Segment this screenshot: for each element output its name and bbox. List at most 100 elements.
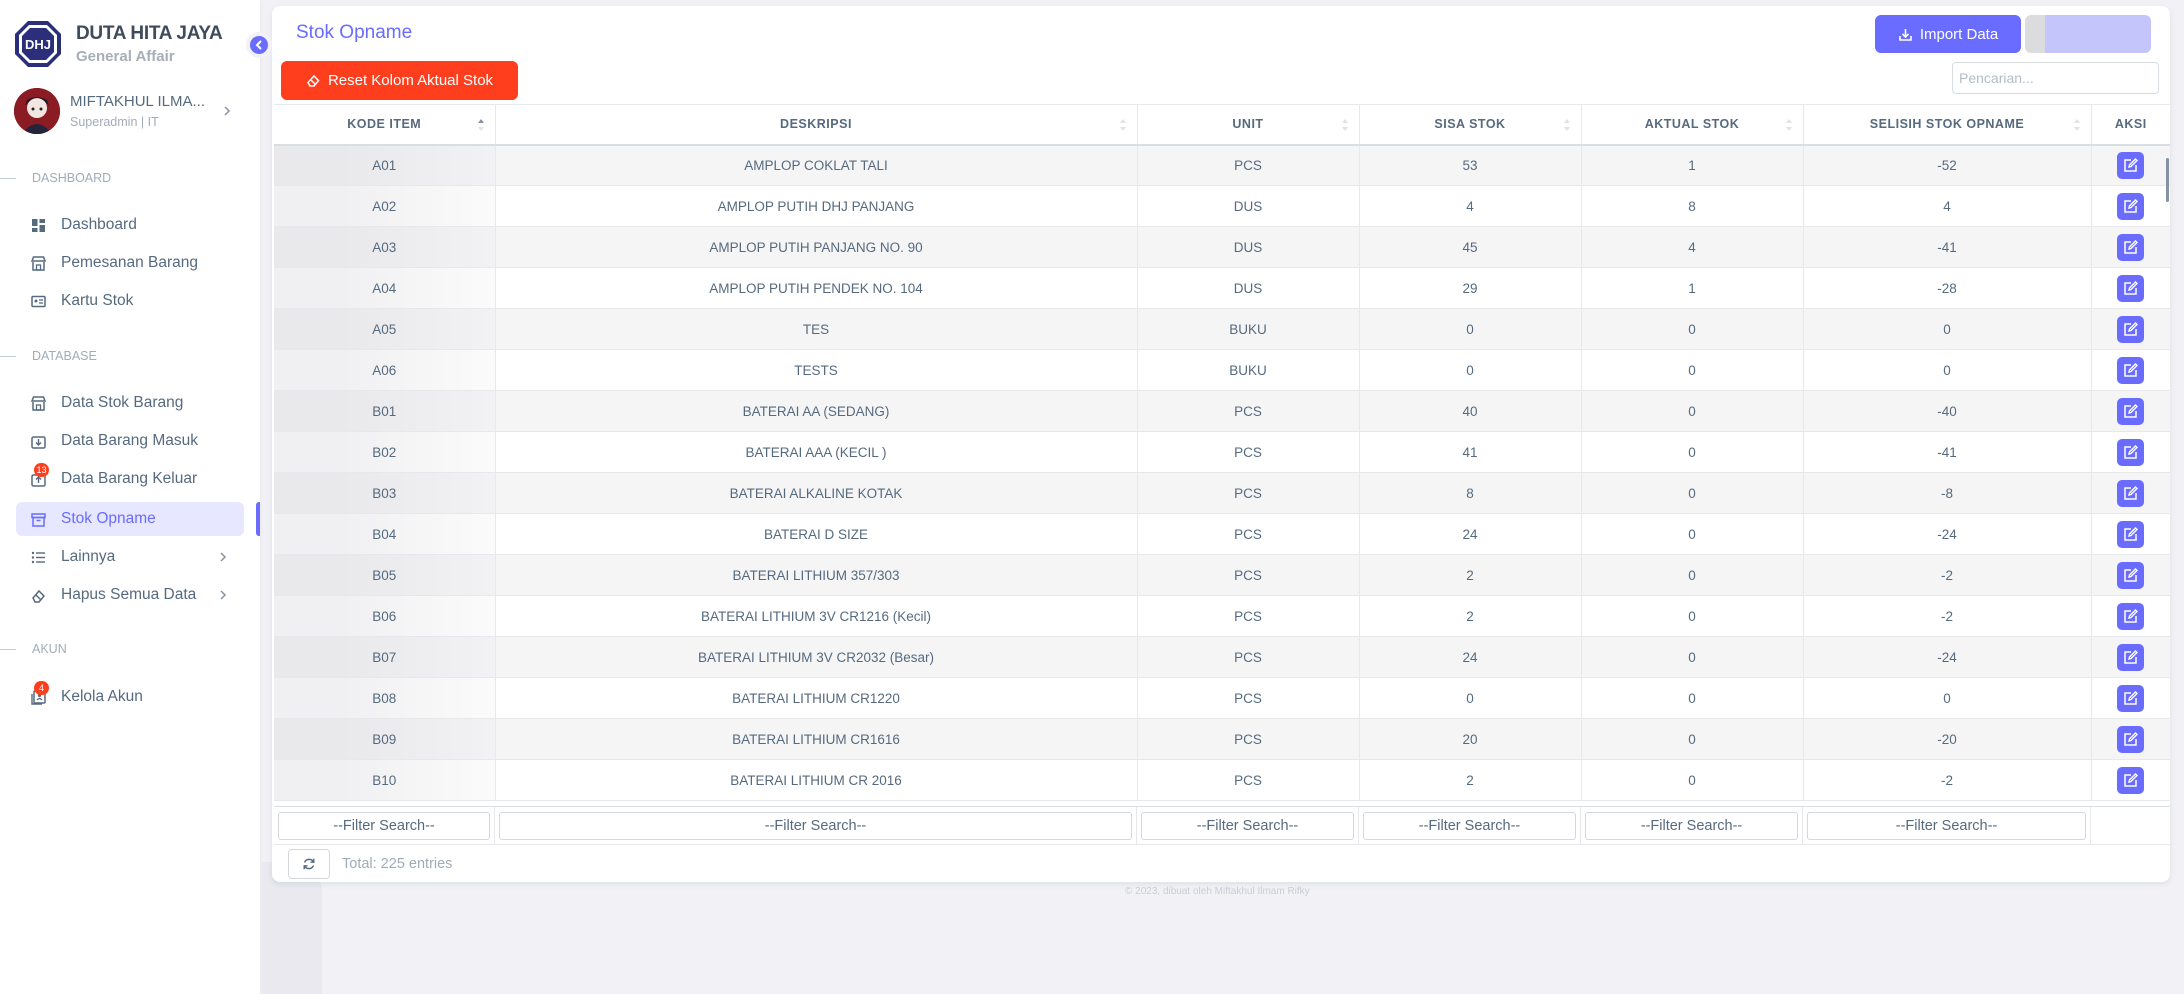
sidebar-item-data-stok-barang[interactable]: Data Stok Barang xyxy=(16,386,244,420)
cell-deskripsi: BATERAI LITHIUM CR 2016 xyxy=(495,759,1138,801)
filter-sisa-stok-input[interactable]: --Filter Search-- xyxy=(1363,812,1576,840)
sidebar-item-kartu-stok[interactable]: Kartu Stok xyxy=(16,284,244,318)
reset-aktual-stok-button[interactable]: Reset Kolom Aktual Stok xyxy=(281,61,518,100)
table-row: B08 BATERAI LITHIUM CR1220 PCS 0 0 0 xyxy=(274,677,2170,719)
edit-button[interactable] xyxy=(2117,356,2145,384)
edit-button[interactable] xyxy=(2117,479,2145,507)
cell-aksi xyxy=(2091,185,2170,227)
chevron-left-icon xyxy=(255,40,262,50)
cell-sisa-stok: 4 xyxy=(1359,185,1582,227)
sidebar-item-label: Kartu Stok xyxy=(61,292,134,309)
sort-asc-icon xyxy=(477,119,484,131)
edit-button[interactable] xyxy=(2117,438,2145,466)
edit-button[interactable] xyxy=(2117,643,2145,671)
search-input[interactable]: Pencarian... xyxy=(1952,62,2159,94)
edit-icon xyxy=(2124,280,2139,295)
cell-aktual-stok: 0 xyxy=(1581,636,1804,678)
table-scrollbar[interactable] xyxy=(2166,158,2169,202)
cell-sisa-stok: 2 xyxy=(1359,554,1582,596)
cell-deskripsi: BATERAI LITHIUM 357/303 xyxy=(495,554,1138,596)
table-row: A05 TES BUKU 0 0 0 xyxy=(274,308,2170,350)
cell-aktual-stok: 4 xyxy=(1581,226,1804,268)
sidebar-item-label: Pemesanan Barang xyxy=(61,254,199,271)
brand-subtitle: General Affair xyxy=(76,48,175,65)
cell-deskripsi: AMPLOP PUTIH PENDEK NO. 104 xyxy=(495,267,1138,309)
filter-selisih-input[interactable]: --Filter Search-- xyxy=(1807,812,2086,840)
sidebar-item-dashboard[interactable]: Dashboard xyxy=(16,208,244,242)
edit-button[interactable] xyxy=(2117,602,2145,630)
edit-button[interactable] xyxy=(2117,397,2145,425)
column-header-selisih-stok-opname[interactable]: SELISIH STOK OPNAME xyxy=(1803,104,2092,146)
column-header-sisa-stok[interactable]: SISA STOK xyxy=(1359,104,1582,146)
filter-deskripsi-input[interactable]: --Filter Search-- xyxy=(499,812,1132,840)
cell-aktual-stok: 8 xyxy=(1581,185,1804,227)
column-header-unit[interactable]: UNIT xyxy=(1137,104,1360,146)
column-header-deskripsi[interactable]: DESKRIPSI xyxy=(495,104,1138,146)
sidebar-item-stok-opname[interactable]: Stok Opname xyxy=(16,502,244,536)
filter-aktual-stok-input[interactable]: --Filter Search-- xyxy=(1585,812,1798,840)
brand[interactable]: DHJ DUTA HITA JAYA General Affair xyxy=(14,20,223,68)
table-row: B07 BATERAI LITHIUM 3V CR2032 (Besar) PCS 2… xyxy=(274,636,2170,678)
edit-button[interactable] xyxy=(2117,192,2145,220)
sidebar-item-hapus-semua-data[interactable]: Hapus Semua Data xyxy=(16,578,244,612)
sidebar-item-lainnya[interactable]: Lainnya xyxy=(16,540,244,574)
sidebar-item-pemesanan-barang[interactable]: Pemesanan Barang xyxy=(16,246,244,280)
cell-deskripsi: AMPLOP COKLAT TALI xyxy=(495,144,1138,186)
secondary-button[interactable] xyxy=(2025,15,2151,53)
cell-kode-item: A06 xyxy=(274,349,496,391)
sidebar-item-label: Data Barang Masuk xyxy=(61,432,198,449)
sidebar-item-label: Dashboard xyxy=(61,216,137,233)
edit-button[interactable] xyxy=(2117,274,2145,302)
edit-button[interactable] xyxy=(2117,315,2145,343)
user-profile[interactable]: MIFTAKHUL ILMA... Superadmin | IT xyxy=(14,88,234,134)
list-icon xyxy=(30,549,47,566)
cell-selisih: -41 xyxy=(1803,431,2092,473)
company-logo: DHJ xyxy=(15,21,61,67)
table-row: A02 AMPLOP PUTIH DHJ PANJANG DUS 4 8 4 xyxy=(274,185,2170,227)
refresh-button[interactable] xyxy=(288,848,330,879)
filter-kode-item-input[interactable]: --Filter Search-- xyxy=(278,812,490,840)
edit-button[interactable] xyxy=(2117,561,2145,589)
cell-deskripsi: BATERAI D SIZE xyxy=(495,513,1138,555)
cell-sisa-stok: 53 xyxy=(1359,144,1582,186)
filter-unit-input[interactable]: --Filter Search-- xyxy=(1141,812,1354,840)
cell-aktual-stok: 0 xyxy=(1581,759,1804,801)
cell-aksi xyxy=(2091,759,2170,801)
import-icon xyxy=(1899,28,1912,41)
edit-button[interactable] xyxy=(2117,233,2145,261)
chevron-right-icon xyxy=(220,552,227,562)
cell-aksi xyxy=(2091,677,2170,719)
sidebar-item-data-barang-keluar[interactable]: 13 Data Barang Keluar xyxy=(16,462,244,496)
import-data-button[interactable]: Import Data xyxy=(1875,15,2021,53)
edit-button[interactable] xyxy=(2117,725,2145,753)
cell-selisih: 0 xyxy=(1803,349,2092,391)
edit-button[interactable] xyxy=(2117,520,2145,548)
cell-unit: PCS xyxy=(1137,431,1360,473)
table-row: A06 TESTS BUKU 0 0 0 xyxy=(274,349,2170,391)
cell-deskripsi: AMPLOP PUTIH DHJ PANJANG xyxy=(495,185,1138,227)
cell-sisa-stok: 20 xyxy=(1359,718,1582,760)
cell-aksi xyxy=(2091,226,2170,268)
active-indicator xyxy=(256,502,260,536)
archive-icon xyxy=(30,511,47,528)
table-body: A01 AMPLOP COKLAT TALI PCS 53 1 -52 A02 AMPLOP … xyxy=(274,144,2170,801)
cell-sisa-stok: 0 xyxy=(1359,308,1582,350)
cell-kode-item: B09 xyxy=(274,718,496,760)
column-header-aktual-stok[interactable]: AKTUAL STOK xyxy=(1581,104,1804,146)
edit-button[interactable] xyxy=(2117,684,2145,712)
cell-aksi xyxy=(2091,431,2170,473)
sidebar-item-kelola-akun[interactable]: 4 Kelola Akun xyxy=(16,680,244,714)
stok-table: KODE ITEM DESKRIPSI UNIT SISA STOK AKTUA… xyxy=(274,104,2170,801)
edit-button[interactable] xyxy=(2117,766,2145,794)
column-header-kode-item[interactable]: KODE ITEM xyxy=(274,104,496,146)
box-in-icon xyxy=(30,433,47,450)
cell-unit: PCS xyxy=(1137,595,1360,637)
collapse-sidebar-button[interactable] xyxy=(246,32,272,58)
edit-button[interactable] xyxy=(2117,151,2145,179)
edit-icon xyxy=(2124,608,2139,623)
cell-sisa-stok: 40 xyxy=(1359,390,1582,432)
sidebar-item-data-barang-masuk[interactable]: Data Barang Masuk xyxy=(16,424,244,458)
sort-icon xyxy=(1119,119,1126,131)
sort-icon xyxy=(1785,119,1792,131)
edit-icon xyxy=(2124,239,2139,254)
